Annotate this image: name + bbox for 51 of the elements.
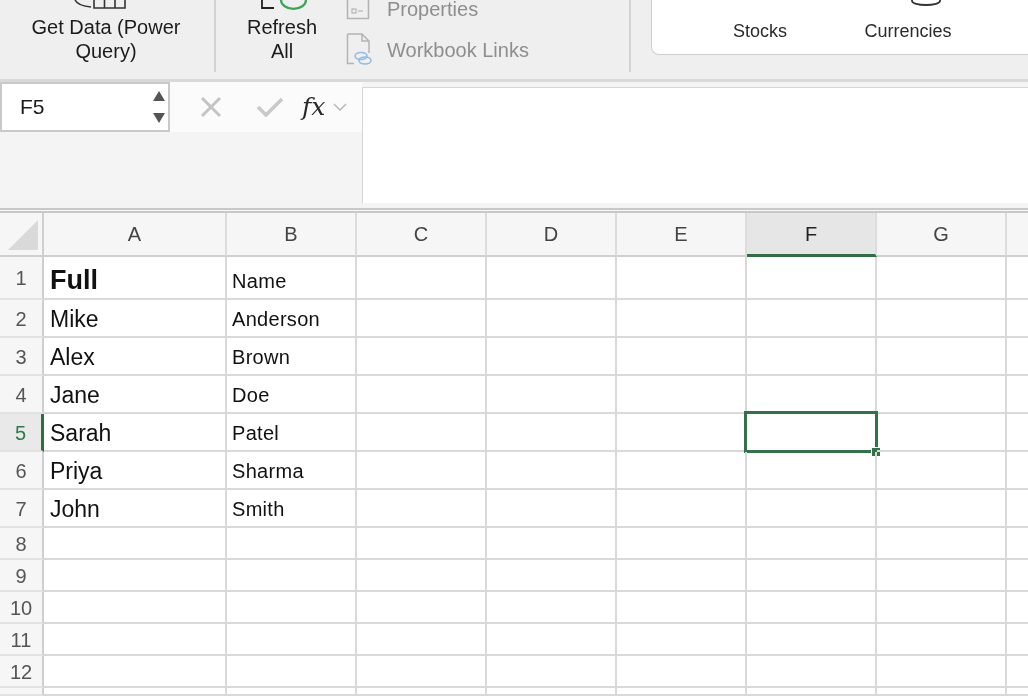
data-type-button[interactable]: Currencies — [850, 0, 966, 41]
check-icon[interactable] — [256, 97, 284, 117]
table-cell: John — [44, 490, 227, 528]
row-header[interactable]: 6 — [0, 452, 44, 490]
table-cell: Mike — [44, 300, 227, 338]
row-header[interactable]: 2 — [0, 300, 44, 338]
row-header[interactable]: 12 — [0, 656, 44, 688]
table-cell: Brown — [227, 338, 357, 376]
table-cell: Alex — [44, 338, 227, 376]
table-cell: Name — [227, 257, 357, 300]
row-header[interactable]: 9 — [0, 560, 44, 592]
column-header[interactable]: B — [227, 213, 357, 257]
table-cell: Doe — [227, 376, 357, 414]
table-cell: Full — [44, 257, 227, 300]
table-cell: Sarah — [44, 414, 227, 452]
triangle-icon — [8, 220, 38, 250]
document-icon — [346, 0, 370, 20]
stepper-icon[interactable] — [152, 89, 166, 125]
table-cell: Smith — [227, 490, 357, 528]
refresh-all-button[interactable]: Refresh All — [240, 0, 324, 63]
linked-document-icon — [346, 33, 374, 65]
row-header[interactable] — [0, 688, 44, 696]
row-header[interactable]: 3 — [0, 338, 44, 376]
row-header[interactable]: 8 — [0, 528, 44, 560]
table-cell: Jane — [44, 376, 227, 414]
table-cell: Anderson — [227, 300, 357, 338]
name-box[interactable]: F5 — [0, 82, 170, 132]
column-header[interactable]: D — [487, 213, 617, 257]
cancel-icon[interactable] — [200, 96, 222, 118]
row-header[interactable]: 4 — [0, 376, 44, 414]
column-header[interactable]: C — [357, 213, 487, 257]
fill-handle[interactable] — [872, 448, 880, 456]
database-table-icon — [74, 0, 126, 9]
column-header[interactable]: F — [747, 213, 877, 257]
data-type-button[interactable]: Stocks — [698, 0, 822, 41]
row-header[interactable]: 10 — [0, 592, 44, 624]
formula-input[interactable] — [362, 87, 1028, 203]
get-data-button[interactable]: Get Data (Power Query) — [18, 0, 194, 63]
column-header[interactable]: A — [44, 213, 227, 257]
table-cell: Patel — [227, 414, 357, 452]
cylinder-icon — [911, 0, 941, 6]
table-cell: Priya — [44, 452, 227, 490]
row-header[interactable]: 11 — [0, 624, 44, 656]
caret-icon[interactable] — [333, 102, 348, 112]
row-header[interactable]: 1 — [0, 257, 44, 300]
insert-function-button[interactable]: fx — [300, 92, 328, 122]
refresh-icon — [260, 0, 308, 10]
table-cell: Sharma — [227, 452, 357, 490]
row-header[interactable]: 5 — [0, 414, 44, 452]
column-header[interactable]: G — [877, 213, 1007, 257]
row-header[interactable]: 7 — [0, 490, 44, 528]
